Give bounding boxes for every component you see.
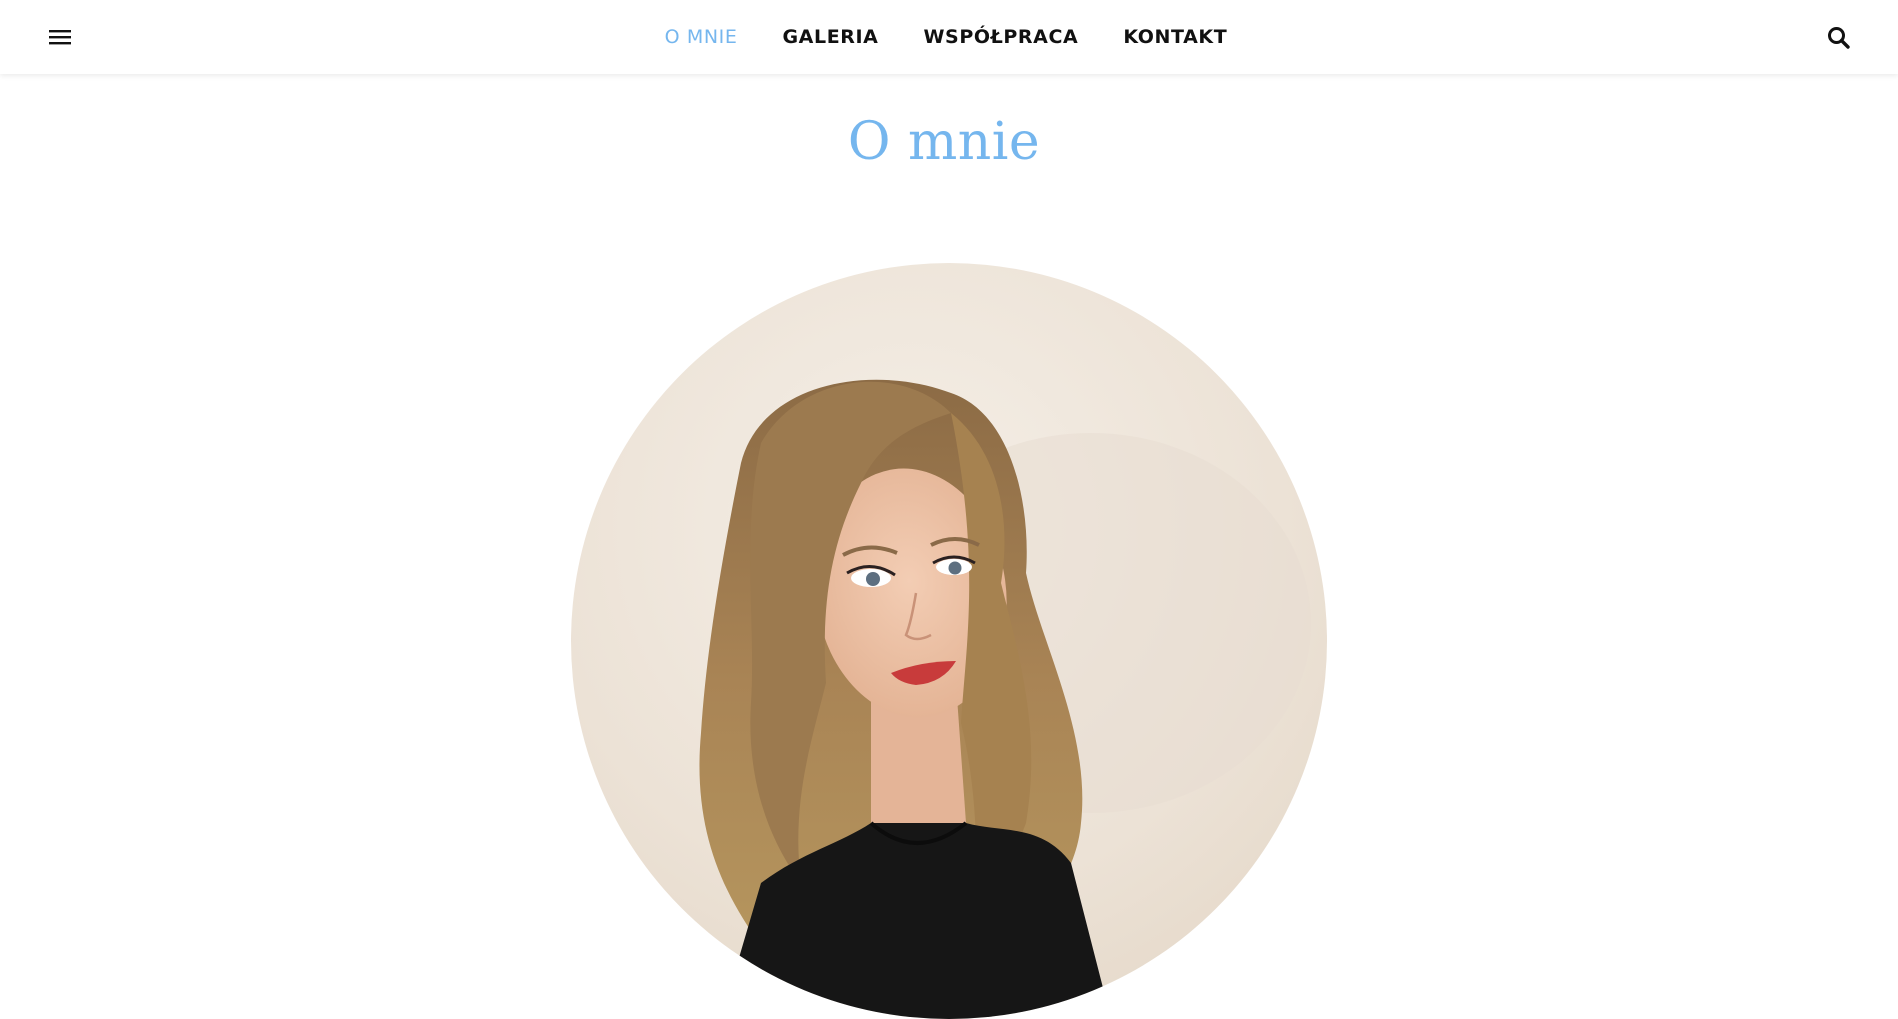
site-header: O MNIE GALERIA WSPÓŁPRACA KONTAKT: [0, 0, 1898, 74]
profile-portrait: [571, 263, 1327, 1019]
nav-item-o-mnie[interactable]: O MNIE: [665, 26, 738, 48]
portrait-image: [571, 263, 1327, 1019]
nav-item-kontakt[interactable]: KONTAKT: [1123, 26, 1227, 48]
nav-item-galeria[interactable]: GALERIA: [782, 26, 878, 48]
search-icon[interactable]: [1826, 25, 1852, 51]
nav-item-wspolpraca[interactable]: WSPÓŁPRACA: [923, 26, 1078, 48]
main-navigation: O MNIE GALERIA WSPÓŁPRACA KONTAKT: [0, 0, 1898, 74]
page-title: O mnie: [847, 112, 1041, 172]
